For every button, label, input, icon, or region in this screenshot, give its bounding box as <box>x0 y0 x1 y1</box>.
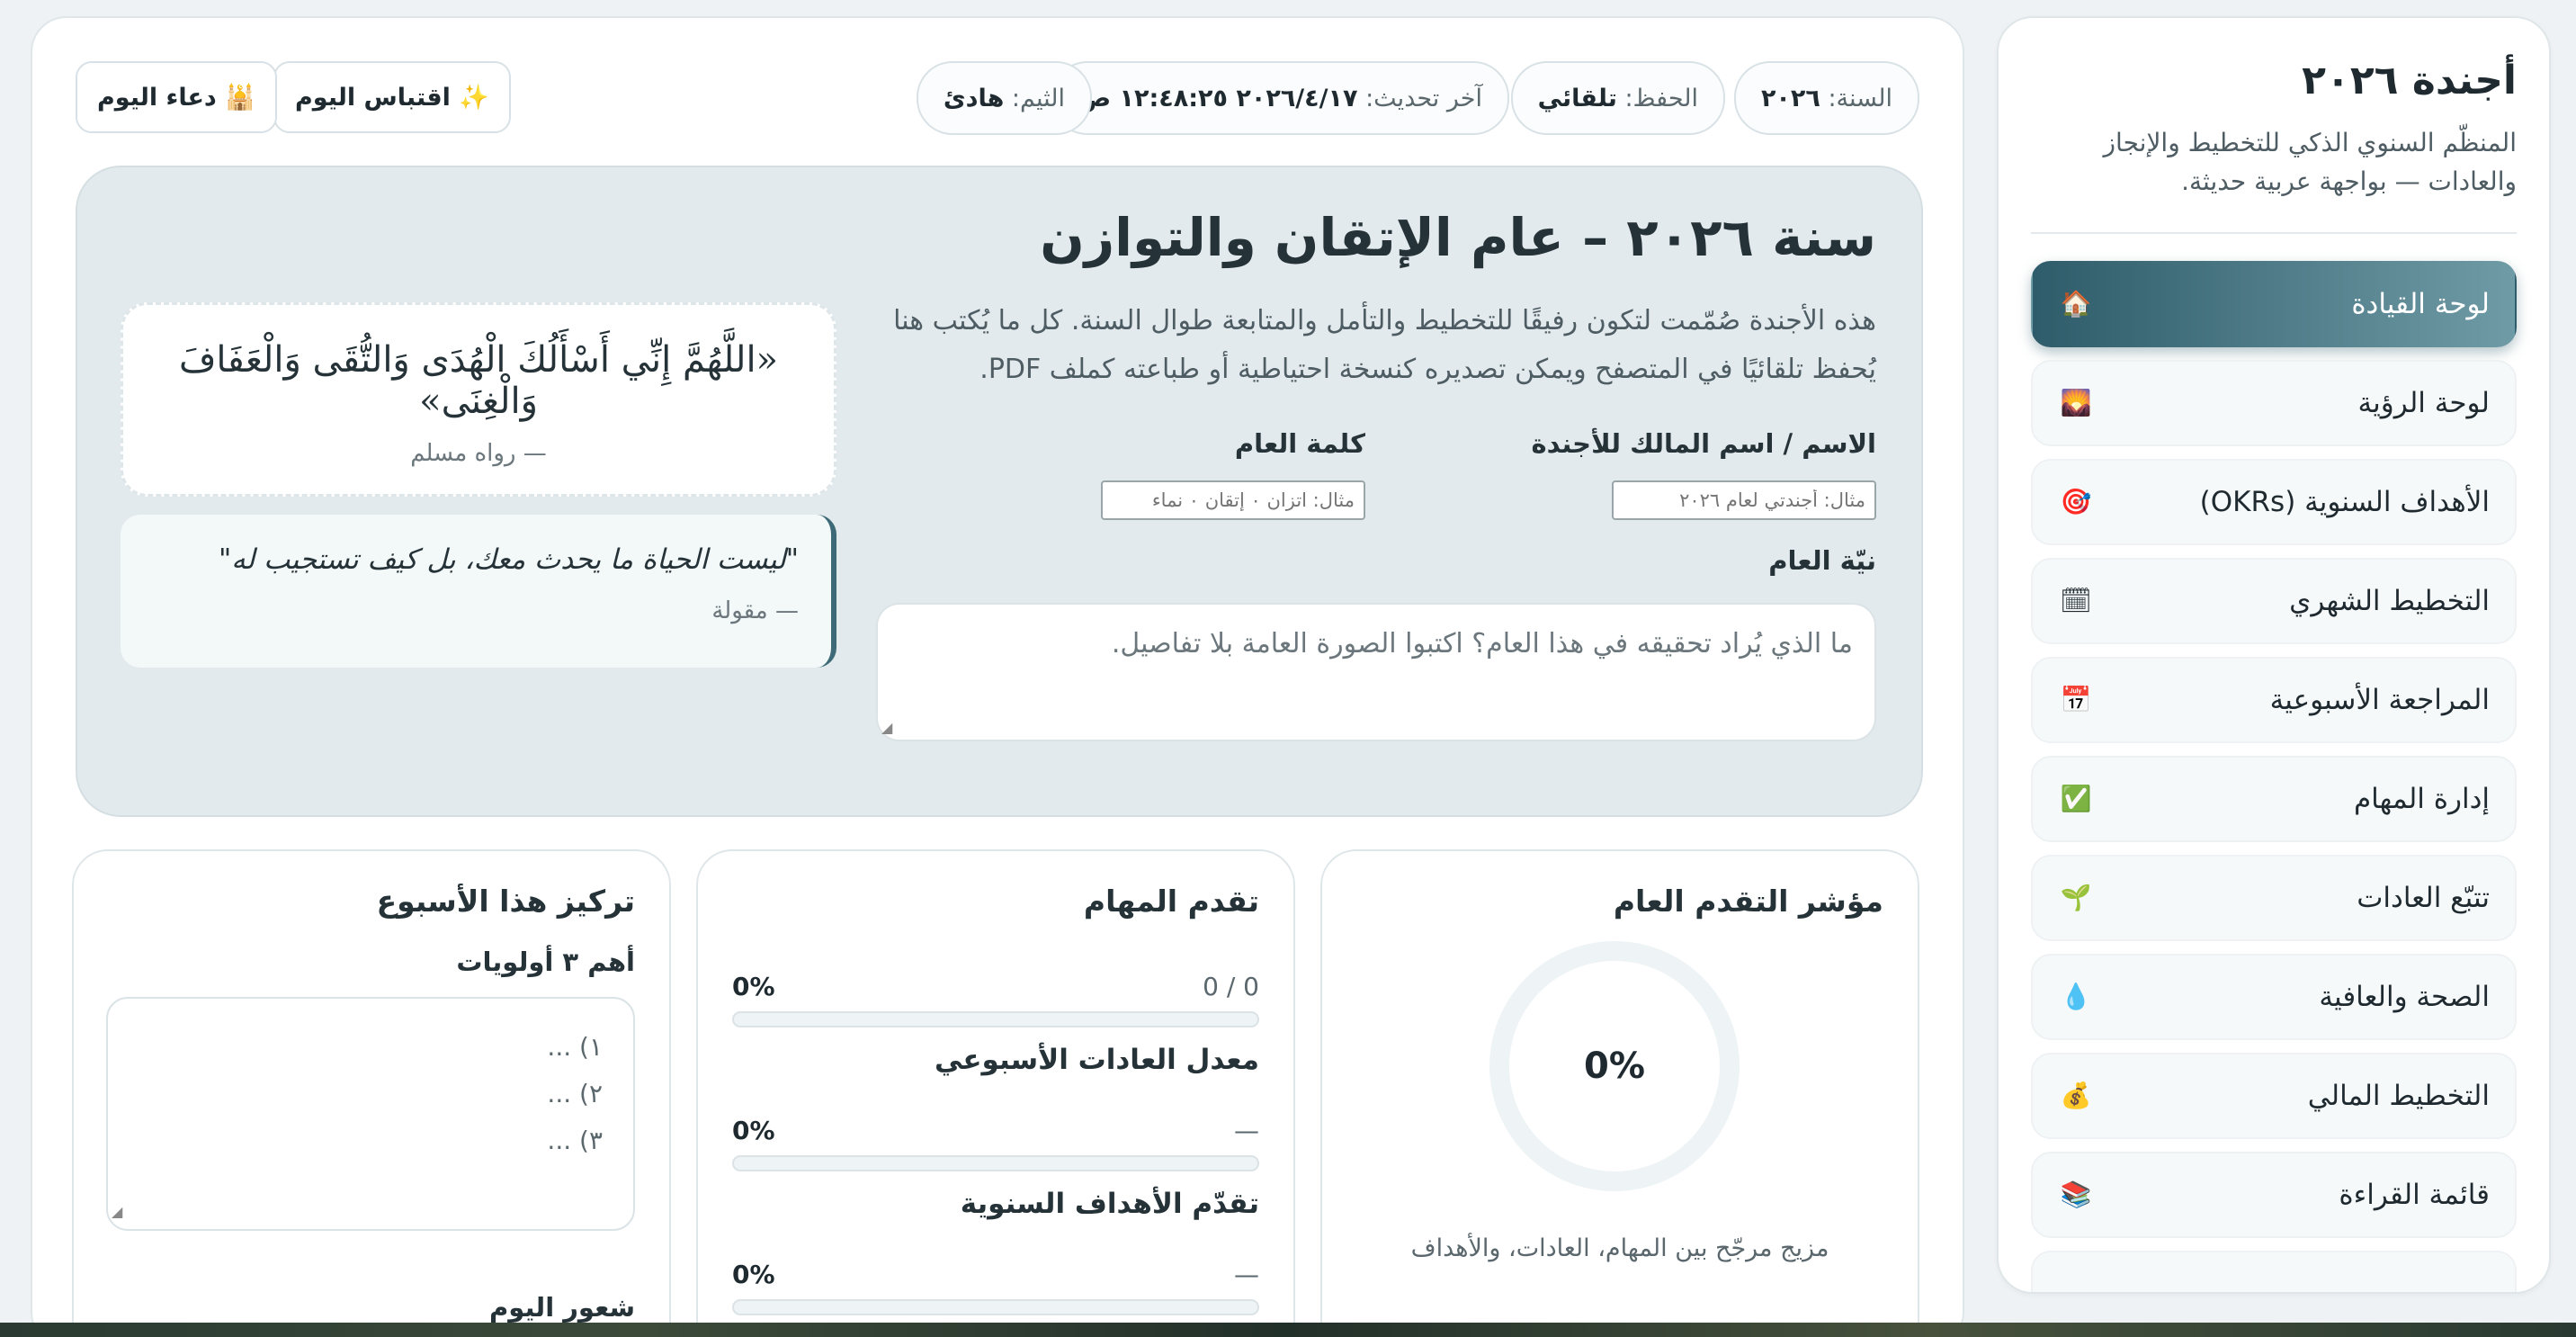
sidebar-item-label: إدارة المهام <box>2353 782 2490 815</box>
sidebar-item-label: تتبّع العادات <box>2357 881 2490 914</box>
main-panel: السنة: ٢٠٢٦ الحفظ: تلقائي آخر تحديث: ٢٠٢… <box>31 16 1964 1337</box>
dua-card: «اللَّهُمَّ إِنِّي أَسْأَلُكَ الْهُدَى و… <box>121 302 836 497</box>
theme-label: الثيم: <box>1011 84 1065 112</box>
tasks-count: 0 / 0 <box>1203 972 1259 1001</box>
priorities-label: أهم ٣ أولويات <box>456 947 635 977</box>
sidebar-item-vision-board[interactable]: لوحة الرؤية 🌄 <box>2031 359 2517 446</box>
habits-progress-bar <box>732 1155 1259 1171</box>
save-value: تلقائي <box>1537 84 1617 112</box>
mood-label: شعور اليوم <box>489 1292 635 1323</box>
card-title: مؤشر التقدم العام <box>1613 884 1883 919</box>
priorities-textarea[interactable]: ١) ... ٢) ... ٣) ... ◢ <box>106 997 635 1231</box>
sidebar-item-okrs[interactable]: الأهداف السنوية (OKRs) 🎯 <box>2031 458 2517 545</box>
year-pill: السنة: ٢٠٢٦ <box>1733 61 1919 135</box>
dua-of-day-button[interactable]: 🕌 دعاء اليوم <box>76 61 277 133</box>
dua-source: — رواه مسلم <box>410 440 547 467</box>
sidebar-item-label: لوحة الرؤية <box>2357 386 2490 419</box>
sidebar-item-weekly-review[interactable]: المراجعة الأسبوعية 📅 <box>2031 656 2517 743</box>
sidebar-item-label: التخطيط المالي <box>2307 1079 2490 1112</box>
word-of-year-field[interactable] <box>1101 480 1365 520</box>
sidebar-item-dashboard[interactable]: لوحة القيادة 🏠 <box>2031 260 2517 347</box>
progress-ring: 0% <box>1489 941 1740 1191</box>
seedling-icon: 🌱 <box>2060 883 2092 913</box>
progress-caption: مزيج مرجّح بين المهام، العادات، والأهداف <box>1410 1234 1829 1262</box>
save-status-pill: الحفظ: تلقائي <box>1510 61 1725 135</box>
sidebar-item-label: الصحة والعافية <box>2319 980 2490 1013</box>
overall-progress-card: مؤشر التقدم العام 0% مزيج مرجّح بين المه… <box>1320 849 1919 1337</box>
sidebar-item-label: لوحة القيادة <box>2351 287 2490 320</box>
page-title: سنة ٢٠٢٦ – عام الإتقان والتوازن <box>1040 207 1876 268</box>
books-icon: 📚 <box>2060 1180 2092 1210</box>
app-title: أجندة ٢٠٢٦ <box>2302 58 2517 103</box>
card-title: تقدم المهام <box>1083 884 1259 919</box>
priority-item: ٣) ... <box>547 1125 603 1155</box>
target-icon: 🎯 <box>2060 487 2092 517</box>
save-label: الحفظ: <box>1624 84 1698 112</box>
theme-value: هادئ <box>943 84 1005 112</box>
goals-count: — <box>1234 1260 1259 1289</box>
quote-source: — مقولة <box>711 597 799 624</box>
app-subtitle: المنظّم السنوي الذكي للتخطيط والإنجاز وا… <box>2031 123 2517 234</box>
weekly-focus-card: تركيز هذا الأسبوع أهم ٣ أولويات ١) ... ٢… <box>72 849 671 1337</box>
last-updated-pill: آخر تحديث: ٢٠٢٦/٤/١٧ ١٢:٤٨:٢٥ ص <box>1051 61 1509 135</box>
priority-item: ٢) ... <box>547 1078 603 1108</box>
hero-description: هذه الأجندة صُمّمت لتكون رفيقًا للتخطيط … <box>893 305 1876 385</box>
updated-label: آخر تحديث: <box>1365 84 1482 112</box>
updated-value: ٢٠٢٦/٤/١٧ ١٢:٤٨:٢٥ ص <box>1078 84 1358 112</box>
sidebar-item-more[interactable] <box>2031 1250 2517 1292</box>
droplet-icon: 💧 <box>2060 982 2092 1012</box>
name-field-label: الاسم / اسم المالك للأجندة <box>1531 428 1876 459</box>
intent-placeholder: ما الذي يُراد تحقيقه في هذا العام؟ اكتبو… <box>1111 628 1853 660</box>
sidebar-item-label: التخطيط الشهري <box>2289 584 2490 617</box>
desktop-background <box>0 1323 2576 1337</box>
intent-textarea[interactable]: ما الذي يُراد تحقيقه في هذا العام؟ اكتبو… <box>876 603 1876 741</box>
name-field[interactable] <box>1612 480 1876 520</box>
sidebar-item-finance[interactable]: التخطيط المالي 💰 <box>2031 1052 2517 1139</box>
habits-count: — <box>1234 1116 1259 1145</box>
year-value: ٢٠٢٦ <box>1760 84 1820 112</box>
sidebar-item-label: المراجعة الأسبوعية <box>2269 683 2490 716</box>
sidebar-item-habits[interactable]: تتبّع العادات 🌱 <box>2031 854 2517 941</box>
resize-grip-icon[interactable]: ◢ <box>881 719 892 736</box>
habits-rate-label: معدل العادات الأسبوعي <box>935 1044 1259 1076</box>
calendar-icon: 📅 <box>2060 685 2092 715</box>
hero-section: سنة ٢٠٢٦ – عام الإتقان والتوازن هذه الأج… <box>76 166 1923 817</box>
sidebar: أجندة ٢٠٢٦ المنظّم السنوي الذكي للتخطيط … <box>1997 16 2551 1294</box>
sunrise-icon: 🌄 <box>2060 388 2092 418</box>
sidebar-item-label: قائمة القراءة <box>2339 1178 2490 1211</box>
sidebar-item-label: الأهداف السنوية (OKRs) <box>2199 485 2490 518</box>
status-bar: السنة: ٢٠٢٦ الحفظ: تلقائي آخر تحديث: ٢٠٢… <box>76 61 1919 137</box>
card-title: تركيز هذا الأسبوع <box>376 884 635 919</box>
sidebar-item-tasks[interactable]: إدارة المهام ✅ <box>2031 755 2517 842</box>
quote-of-day-button[interactable]: ✨ اقتباس اليوم <box>273 61 511 133</box>
dua-text: «اللَّهُمَّ إِنِّي أَسْأَلُكَ الْهُدَى و… <box>178 339 779 422</box>
priority-item: ١) ... <box>547 1032 603 1062</box>
word-field-label: كلمة العام <box>1234 428 1365 459</box>
quote-card: "ليست الحياة ما يحدث معك، بل كيف تستجيب … <box>121 515 836 668</box>
goals-percent: 0% <box>732 1260 775 1289</box>
habits-percent: 0% <box>732 1116 775 1145</box>
resize-grip-icon[interactable]: ◢ <box>112 1198 122 1225</box>
sidebar-item-health[interactable]: الصحة والعافية 💧 <box>2031 953 2517 1040</box>
sidebar-item-reading-list[interactable]: قائمة القراءة 📚 <box>2031 1151 2517 1238</box>
goals-progress-bar <box>732 1299 1259 1315</box>
tasks-progress-bar <box>732 1011 1259 1027</box>
check-icon: ✅ <box>2060 784 2092 814</box>
goals-progress-label: تقدّم الأهداف السنوية <box>960 1188 1259 1220</box>
intent-field-label: نيّة العام <box>1768 545 1876 576</box>
year-label: السنة: <box>1828 84 1892 112</box>
calendar-pad-icon: 🗓 <box>2060 586 2092 616</box>
tasks-progress-card: تقدم المهام 0 / 0 0% معدل العادات الأسبو… <box>696 849 1295 1337</box>
sidebar-item-monthly-planning[interactable]: التخطيط الشهري 🗓 <box>2031 557 2517 644</box>
progress-value: 0% <box>1584 1045 1645 1087</box>
quote-text: "ليست الحياة ما يحدث معك، بل كيف تستجيب … <box>218 543 799 576</box>
theme-pill[interactable]: الثيم: هادئ <box>916 61 1092 135</box>
money-bag-icon: 💰 <box>2060 1081 2092 1111</box>
home-icon: 🏠 <box>2060 289 2092 319</box>
tasks-percent: 0% <box>732 972 775 1001</box>
